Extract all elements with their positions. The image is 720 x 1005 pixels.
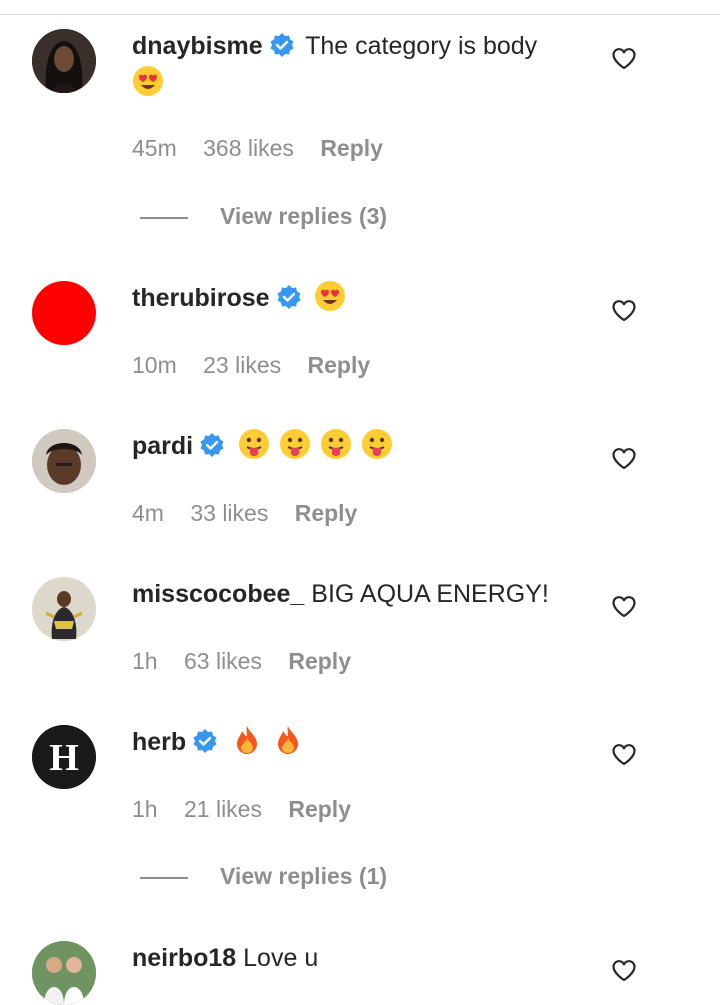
verified-badge-icon bbox=[200, 433, 224, 457]
replies-divider bbox=[140, 216, 188, 219]
comment-text: herb bbox=[132, 724, 592, 761]
fire-emoji-icon bbox=[237, 726, 258, 754]
avatar[interactable] bbox=[32, 941, 96, 1005]
avatar[interactable] bbox=[32, 577, 96, 641]
verified-badge-icon bbox=[193, 729, 217, 753]
username[interactable]: pardi bbox=[132, 432, 193, 460]
avatar[interactable] bbox=[32, 429, 96, 493]
heart-eyes-emoji-icon bbox=[315, 281, 346, 311]
heart-icon[interactable] bbox=[611, 594, 637, 620]
tongue-out-emoji-icon bbox=[280, 429, 311, 459]
tongue-out-emoji-icon bbox=[239, 429, 270, 459]
reply-button[interactable]: Reply bbox=[288, 648, 351, 674]
verified-badge-icon bbox=[270, 33, 294, 57]
heart-icon[interactable] bbox=[611, 958, 637, 984]
reply-button[interactable]: Reply bbox=[288, 796, 351, 822]
heart-eyes-emoji-icon bbox=[133, 66, 163, 96]
heart-icon[interactable] bbox=[611, 742, 637, 768]
comment-text: pardi bbox=[132, 428, 592, 465]
view-replies-label[interactable]: View replies (1) bbox=[220, 863, 387, 889]
comment-text: dnaybisme The category is body bbox=[132, 28, 592, 102]
reply-button[interactable]: Reply bbox=[308, 352, 371, 378]
likes-count[interactable]: 21 likes bbox=[184, 796, 262, 822]
verified-badge-icon bbox=[277, 285, 301, 309]
comment-body: The category is body bbox=[305, 32, 538, 60]
reply-button[interactable]: Reply bbox=[295, 500, 358, 526]
comment-meta: 1h 21 likes Reply bbox=[132, 796, 371, 823]
comment-meta: 45m 368 likes Reply bbox=[132, 135, 403, 162]
view-replies[interactable]: View replies (1) bbox=[140, 863, 387, 893]
comment-meta: 4m 33 likes Reply bbox=[132, 500, 377, 527]
heart-icon[interactable] bbox=[611, 46, 637, 72]
comment-text: misscocobee_ BIG AQUA ENERGY! bbox=[132, 576, 592, 613]
username[interactable]: herb bbox=[132, 728, 186, 756]
comment-body: BIG AQUA ENERGY! bbox=[311, 580, 549, 608]
likes-count[interactable]: 368 likes bbox=[203, 135, 294, 161]
comment-time: 45m bbox=[132, 135, 177, 161]
avatar[interactable] bbox=[32, 29, 96, 93]
likes-count[interactable]: 63 likes bbox=[184, 648, 262, 674]
avatar[interactable]: H bbox=[32, 725, 96, 789]
comment-meta: 10m 23 likes Reply bbox=[132, 352, 390, 379]
comment-text: neirbo18 Love u bbox=[132, 940, 592, 977]
comment-text: therubirose bbox=[132, 280, 592, 317]
comment-time: 10m bbox=[132, 352, 177, 378]
view-replies-label[interactable]: View replies (3) bbox=[220, 203, 387, 229]
comment-time: 1h bbox=[132, 648, 158, 674]
username[interactable]: dnaybisme bbox=[132, 32, 263, 60]
comment-meta: 1h 63 likes Reply bbox=[132, 648, 371, 675]
avatar-letter: H bbox=[49, 737, 79, 779]
view-replies[interactable]: View replies (3) bbox=[140, 203, 387, 233]
comment-body: Love u bbox=[243, 944, 319, 972]
likes-count[interactable]: 33 likes bbox=[190, 500, 268, 526]
replies-divider bbox=[140, 876, 188, 879]
avatar[interactable] bbox=[32, 281, 96, 345]
heart-icon[interactable] bbox=[611, 446, 637, 472]
comment-time: 1h bbox=[132, 796, 158, 822]
reply-button[interactable]: Reply bbox=[320, 135, 383, 161]
username[interactable]: neirbo18 bbox=[132, 944, 236, 972]
comment-time: 4m bbox=[132, 500, 164, 526]
heart-icon[interactable] bbox=[611, 298, 637, 324]
username[interactable]: misscocobee_ bbox=[132, 580, 304, 608]
top-divider bbox=[0, 0, 720, 15]
fire-emoji-icon bbox=[278, 726, 299, 754]
tongue-out-emoji-icon bbox=[320, 429, 351, 459]
tongue-out-emoji-icon bbox=[361, 429, 392, 459]
username[interactable]: therubirose bbox=[132, 284, 270, 312]
likes-count[interactable]: 23 likes bbox=[203, 352, 281, 378]
